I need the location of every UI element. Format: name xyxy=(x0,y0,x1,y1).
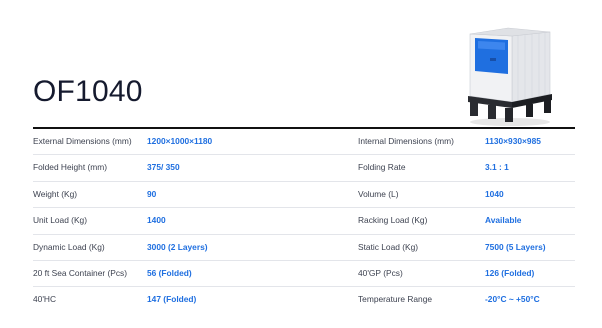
spec-row: Weight (Kg) 90 Volume (L) 1040 xyxy=(33,182,575,209)
spec-row: Dynamic Load (Kg) 3000 (2 Layers) Static… xyxy=(33,235,575,261)
spec-label: Racking Load (Kg) xyxy=(358,215,428,226)
spec-label: Unit Load (Kg) xyxy=(33,215,87,226)
spec-label: Internal Dimensions (mm) xyxy=(358,136,454,146)
spec-value: 7500 (5 Layers) xyxy=(485,241,546,252)
spec-label: Dynamic Load (Kg) xyxy=(33,241,105,252)
spec-value: 1040 xyxy=(485,188,504,199)
spec-label: Temperature Range xyxy=(358,294,433,305)
spec-label: 40'GP (Pcs) xyxy=(358,267,403,278)
spec-value: 90 xyxy=(147,188,157,199)
spec-value: Available xyxy=(485,215,522,226)
spec-value: 1400 xyxy=(147,215,166,226)
spec-row: 40'HC 147 (Folded) Temperature Range -20… xyxy=(33,287,575,312)
spec-value: 126 (Folded) xyxy=(485,267,535,278)
spec-value: 56 (Folded) xyxy=(147,267,192,278)
spec-label: Folded Height (mm) xyxy=(33,162,108,173)
spec-row: 20 ft Sea Container (Pcs) 56 (Folded) 40… xyxy=(33,261,575,288)
spec-label: External Dimensions (mm) xyxy=(33,136,132,146)
spec-label: Weight (Kg) xyxy=(33,188,78,199)
spec-row: External Dimensions (mm) 1200×1000×1180 … xyxy=(33,129,575,156)
spec-row: Folded Height (mm) 375/ 350 Folding Rate… xyxy=(33,155,575,182)
spec-label: Static Load (Kg) xyxy=(358,241,419,252)
spec-label: 40'HC xyxy=(33,294,57,305)
spec-row: Unit Load (Kg) 1400 Racking Load (Kg) Av… xyxy=(33,208,575,235)
spec-label: 20 ft Sea Container (Pcs) xyxy=(33,267,128,278)
spec-value: 3000 (2 Layers) xyxy=(147,241,208,252)
spec-label: Folding Rate xyxy=(358,162,406,173)
spec-value: 1200×1000×1180 xyxy=(147,136,213,146)
spec-value: 375/ 350 xyxy=(147,162,180,173)
product-spec-page: OF1040 External Dimensions (mm) 1200×100… xyxy=(0,0,602,328)
spec-value: -20°C ~ +50°C xyxy=(485,294,540,305)
spec-value: 147 (Folded) xyxy=(147,294,197,305)
spec-value: 3.1 : 1 xyxy=(485,162,509,173)
spec-label: Volume (L) xyxy=(358,188,399,199)
spec-value: 1130×930×985 xyxy=(485,136,541,146)
page-title: OF1040 xyxy=(33,75,143,108)
pallet-box-container-image xyxy=(468,27,552,126)
spec-table: External Dimensions (mm) 1200×1000×1180 … xyxy=(33,129,575,313)
